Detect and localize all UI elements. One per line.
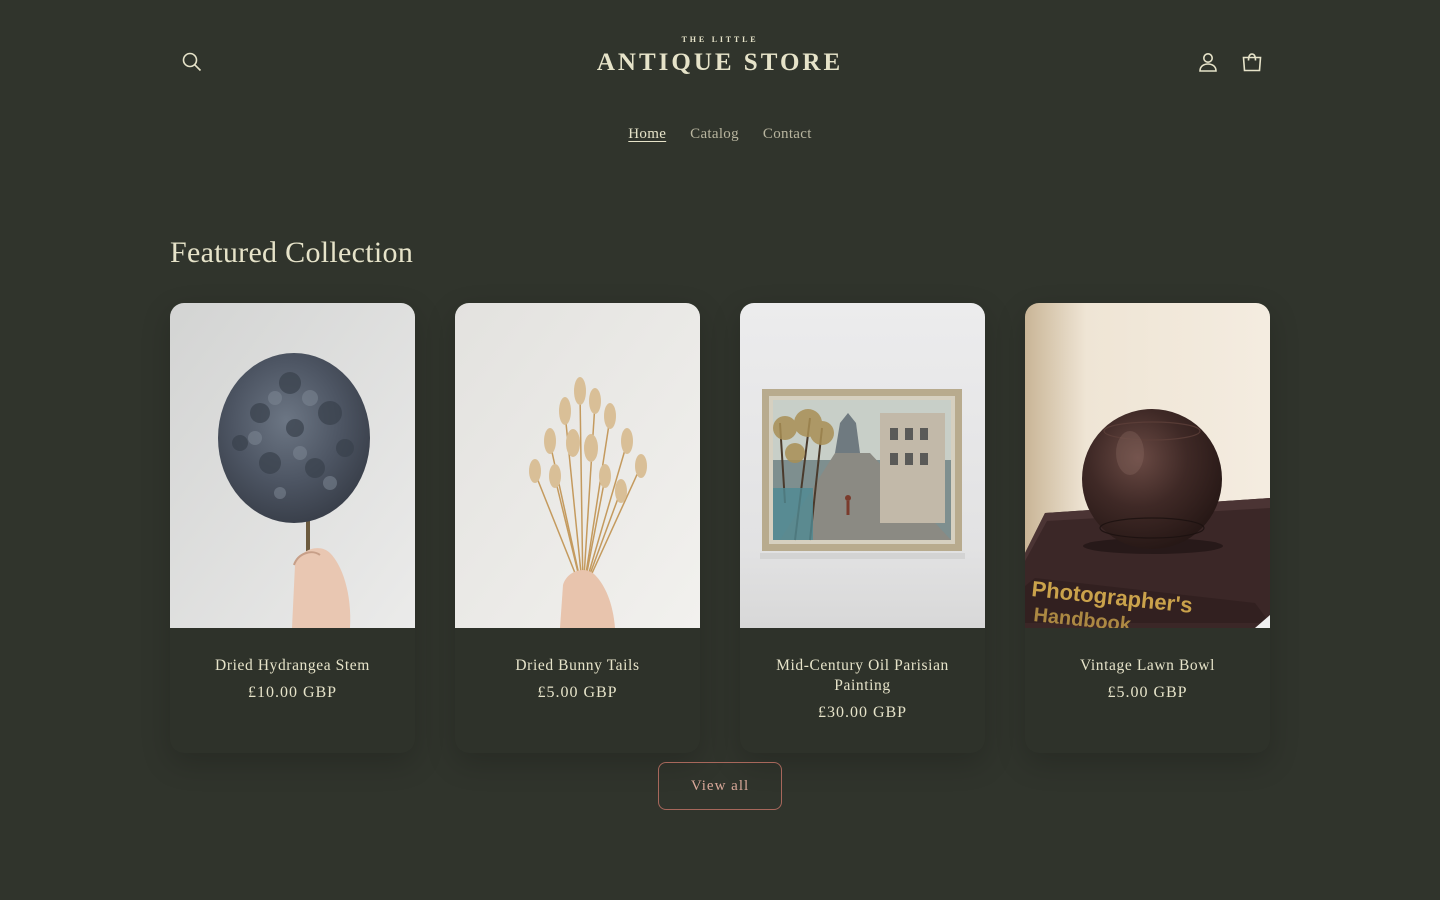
search-icon (182, 52, 202, 72)
product-image-hydrangea[interactable] (170, 303, 415, 628)
product-card[interactable]: Dried Bunny Tails £5.00 GBP (455, 303, 700, 753)
product-image-lawn-bowl[interactable]: Photographer's Handbook (1025, 303, 1270, 628)
product-card[interactable]: Photographer's Handbook Vintage Lawn Bow… (1025, 303, 1270, 753)
account-button[interactable] (1188, 42, 1228, 82)
view-all-button[interactable]: View all (658, 762, 782, 810)
cart-button[interactable] (1232, 42, 1272, 82)
nav-item-home[interactable]: Home (628, 126, 666, 143)
product-price: £5.00 GBP (1107, 684, 1188, 701)
product-image-painting[interactable] (740, 303, 985, 628)
product-image-bunny-tails[interactable] (455, 303, 700, 628)
product-price: £10.00 GBP (247, 684, 338, 701)
site-logo[interactable]: THE LITTLE ANTIQUE STORE (560, 35, 880, 76)
product-card[interactable]: Dried Hydrangea Stem £10.00 GBP (170, 303, 415, 753)
shopping-bag-icon (1242, 53, 1262, 72)
product-name[interactable]: Dried Hydrangea Stem (182, 656, 403, 676)
product-grid: Dried Hydrangea Stem £10.00 GBP Dried Bu… (170, 303, 1270, 753)
product-card[interactable]: Mid-Century Oil Parisian Painting £30.00… (740, 303, 985, 753)
nav-item-contact[interactable]: Contact (763, 126, 812, 143)
search-button[interactable] (172, 42, 212, 82)
user-icon (1199, 53, 1217, 72)
logo-title: ANTIQUE STORE (596, 49, 844, 76)
site-header: THE LITTLE ANTIQUE STORE Home Catalog Co… (0, 0, 1440, 170)
product-name[interactable]: Dried Bunny Tails (467, 656, 688, 676)
product-name[interactable]: Mid-Century Oil Parisian Painting (752, 656, 973, 696)
product-price: £30.00 GBP (817, 704, 908, 721)
product-price: £5.00 GBP (537, 684, 618, 701)
featured-collection-title: Featured Collection (170, 236, 414, 269)
product-name[interactable]: Vintage Lawn Bowl (1037, 656, 1258, 676)
logo-subtitle: THE LITTLE (681, 35, 759, 44)
nav-item-catalog[interactable]: Catalog (690, 126, 739, 143)
main-nav: Home Catalog Contact (0, 126, 1440, 143)
